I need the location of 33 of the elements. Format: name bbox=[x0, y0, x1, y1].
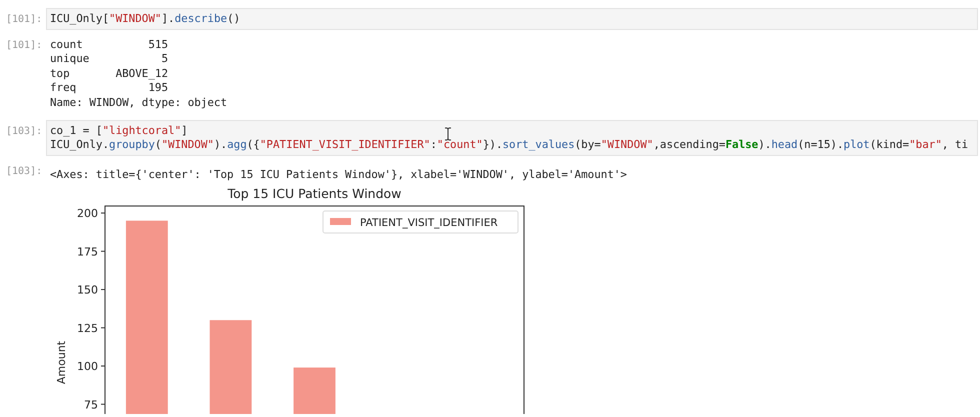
code-line: ICU_Only["WINDOW"].describe() bbox=[50, 12, 240, 26]
y-tick bbox=[100, 404, 106, 406]
tick-label: 125 bbox=[77, 322, 98, 336]
tick-label: 75 bbox=[84, 398, 98, 412]
cell-prompt: [103]: bbox=[5, 125, 44, 140]
output-line: Name: WINDOW, dtype: object bbox=[50, 96, 228, 110]
chart-title: Top 15 ICU Patients Window bbox=[228, 186, 402, 202]
y-tick bbox=[100, 251, 106, 252]
code-cell[interactable]: co_1 = ["lightcoral"] ICU_Only.groupby("WINDOW").agg({"PATIENT_VISIT_IDENTIFIER":"count"}).sort_values(by="WINDOW",ascending=False).head(n=15).plot(kind="bar", ti bbox=[46, 120, 978, 156]
tick-label: 200 bbox=[77, 207, 98, 220]
code-cell[interactable]: ICU_Only["WINDOW"].describe() bbox=[46, 8, 978, 30]
code-line: co_1 = ["lightcoral"] bbox=[50, 124, 188, 138]
y-tick bbox=[100, 289, 106, 290]
tick-label: 150 bbox=[77, 284, 98, 297]
bar bbox=[294, 368, 336, 414]
cell-prompt: [101]: bbox=[5, 39, 44, 53]
tick-label: 100 bbox=[77, 360, 98, 374]
output-line: top ABOVE_12 bbox=[50, 66, 168, 82]
legend-label: PATIENT_VISIT_IDENTIFIER bbox=[360, 217, 498, 230]
axis-label: Amount bbox=[55, 341, 68, 385]
cell-prompt: [103]: bbox=[5, 165, 44, 180]
output-line: freq 195 bbox=[50, 81, 168, 96]
y-tick bbox=[100, 328, 106, 329]
text-cursor-icon bbox=[444, 127, 452, 141]
legend-swatch bbox=[330, 218, 351, 226]
output-line: <Axes: title={'center': 'Top 15 ICU Patients Window'}, xlabel='WINDOW', ylabel='Amount'> bbox=[50, 168, 627, 182]
output-line: count 515 bbox=[50, 38, 168, 52]
y-tick bbox=[100, 366, 106, 367]
tick-label: 175 bbox=[77, 246, 98, 259]
y-tick bbox=[100, 212, 106, 214]
cell-prompt: [101]: bbox=[5, 13, 44, 27]
output-line: unique 5 bbox=[50, 52, 168, 67]
code-line: ICU_Only.groupby("WINDOW").agg({"PATIENT_VISIT_IDENTIFIER":"count"}).sort_values(by="WINDOW",ascending=False).head(n=15).plot(kind="bar", ti bbox=[50, 138, 968, 152]
